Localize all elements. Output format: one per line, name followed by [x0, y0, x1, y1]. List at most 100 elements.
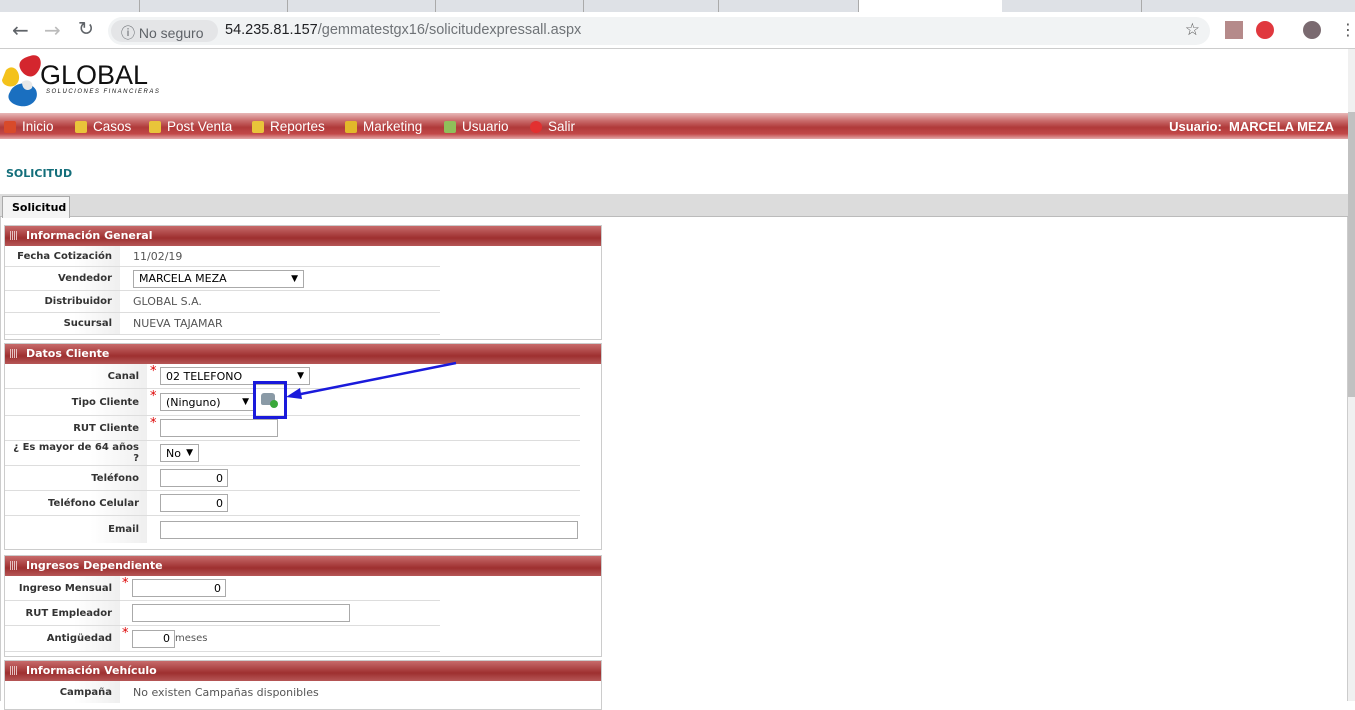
- info-icon: ⓘ: [121, 25, 139, 41]
- browser-tab[interactable]: [719, 0, 859, 12]
- label: Canal: [5, 364, 147, 388]
- menu-reportes[interactable]: Reportes: [252, 119, 325, 134]
- page-title: SOLICITUD: [6, 167, 73, 180]
- section-ingresos-dependiente: Ingresos Dependiente Ingreso Mensual * 0…: [4, 555, 602, 657]
- browser-tab-active[interactable]: [859, 0, 1002, 12]
- forward-icon[interactable]: →: [44, 18, 61, 42]
- required-icon: *: [150, 416, 157, 431]
- main-menu: Inicio Casos Post Venta Reportes Marketi…: [0, 113, 1348, 139]
- svg-text:GLOBAL: GLOBAL: [40, 60, 148, 90]
- label: Teléfono: [5, 466, 147, 490]
- section-informacion-general: Información General Fecha Cotización 11/…: [4, 225, 602, 340]
- menu-casos[interactable]: Casos: [75, 119, 131, 134]
- tipo-cliente-select[interactable]: (Ninguno) ▼: [160, 393, 255, 411]
- reload-icon[interactable]: ↻: [78, 18, 94, 40]
- label: ¿ Es mayor de 64 años ?: [5, 441, 147, 465]
- folder-icon: [149, 120, 161, 133]
- label: Email: [5, 516, 147, 543]
- browser-tab[interactable]: [1002, 0, 1142, 12]
- row-vendedor: Vendedor MARCELA MEZA ▼: [5, 267, 440, 291]
- required-icon: *: [150, 389, 157, 404]
- antiguedad-unit: meses: [175, 633, 208, 644]
- home-icon: [4, 120, 16, 133]
- required-icon: *: [122, 576, 129, 591]
- tab-bar: Solicitud: [0, 194, 1348, 218]
- label: Teléfono Celular: [5, 491, 147, 515]
- browser-toolbar: ← → ↻ ⓘ No seguro 54.235.81.157/gemmates…: [0, 12, 1355, 49]
- required-icon: *: [150, 364, 157, 379]
- row-sucursal: Sucursal NUEVA TAJAMAR: [5, 313, 440, 335]
- vendedor-select[interactable]: MARCELA MEZA ▼: [133, 269, 304, 288]
- telefono-input[interactable]: 0: [160, 469, 228, 487]
- exit-icon: [530, 120, 542, 133]
- extension-icon[interactable]: [1256, 21, 1274, 39]
- label: Ingreso Mensual: [5, 576, 120, 600]
- menu-dots-icon[interactable]: ⋮: [1340, 20, 1355, 39]
- section-header: Información Vehículo: [5, 661, 601, 681]
- profile-avatar[interactable]: [1303, 21, 1321, 39]
- back-icon[interactable]: ←: [12, 18, 29, 42]
- required-icon: *: [122, 626, 129, 641]
- label: RUT Cliente: [5, 416, 147, 440]
- menu-marketing[interactable]: Marketing: [345, 119, 422, 134]
- section-header: Ingresos Dependiente: [5, 556, 601, 576]
- browser-tab[interactable]: [584, 0, 719, 12]
- row-fecha: Fecha Cotización 11/02/19: [5, 246, 440, 267]
- scrollbar-thumb[interactable]: [1348, 112, 1355, 397]
- label: Distribuidor: [5, 291, 120, 312]
- fecha-value: 11/02/19: [133, 249, 183, 263]
- label: Fecha Cotización: [5, 246, 120, 266]
- row-mayor-64: ¿ Es mayor de 64 años ? No ▼: [5, 441, 580, 466]
- row-distribuidor: Distribuidor GLOBAL S.A.: [5, 291, 440, 313]
- menu-usuario[interactable]: Usuario: [444, 119, 509, 134]
- row-campana: Campaña No existen Campañas disponibles: [5, 681, 440, 703]
- pdf-extension-icon[interactable]: [1225, 21, 1243, 39]
- label: Campaña: [5, 681, 120, 703]
- url-text[interactable]: 54.235.81.157/gemmatestgx16/solicitudexp…: [225, 22, 581, 38]
- rut-empleador-input[interactable]: [132, 604, 350, 622]
- campana-value: No existen Campañas disponibles: [133, 685, 319, 699]
- page-scrollbar[interactable]: [1348, 49, 1355, 701]
- menu-salir[interactable]: Salir: [530, 119, 575, 134]
- browser-tab[interactable]: [436, 0, 584, 12]
- folder-icon: [75, 120, 87, 133]
- celular-input[interactable]: 0: [160, 494, 228, 512]
- row-telefono: Teléfono 0: [5, 466, 580, 491]
- browser-tab[interactable]: [140, 0, 288, 12]
- row-celular: Teléfono Celular 0: [5, 491, 580, 516]
- address-bar[interactable]: ⓘ No seguro 54.235.81.157/gemmatestgx16/…: [108, 17, 1210, 45]
- row-email: Email: [5, 516, 580, 543]
- ingreso-mensual-input[interactable]: 0: [132, 579, 226, 597]
- row-antiguedad: Antigüedad * 0 meses: [5, 626, 440, 652]
- folder-icon: [252, 120, 264, 133]
- global-logo: GLOBAL SOLUCIONES FINANCIERAS: [0, 52, 170, 108]
- label: RUT Empleador: [5, 601, 120, 625]
- box-icon: [345, 120, 357, 133]
- browser-tab[interactable]: [288, 0, 436, 12]
- star-icon[interactable]: ☆: [1185, 20, 1200, 40]
- browser-tab-strip: [0, 0, 1355, 12]
- label: Vendedor: [5, 267, 120, 290]
- svg-text:SOLUCIONES FINANCIERAS: SOLUCIONES FINANCIERAS: [46, 89, 160, 95]
- rut-cliente-input[interactable]: [160, 419, 278, 437]
- row-rut-cliente: RUT Cliente *: [5, 416, 580, 441]
- tab-solicitud[interactable]: Solicitud: [2, 196, 70, 218]
- label: Sucursal: [5, 313, 120, 334]
- label: Tipo Cliente: [5, 389, 147, 415]
- email-input[interactable]: [160, 520, 578, 539]
- add-client-type-icon[interactable]: [261, 393, 278, 408]
- label: Antigüedad: [5, 626, 120, 651]
- antiguedad-input[interactable]: 0: [132, 629, 175, 648]
- user-card-icon: [444, 120, 456, 133]
- row-rut-empleador: RUT Empleador: [5, 601, 440, 626]
- mayor-64-select[interactable]: No ▼: [160, 444, 199, 462]
- section-informacion-vehiculo: Información Vehículo Campaña No existen …: [4, 660, 602, 710]
- dropdown-arrow-icon: ▼: [291, 273, 298, 284]
- menu-post-venta[interactable]: Post Venta: [149, 119, 232, 134]
- security-chip[interactable]: ⓘ No seguro: [111, 20, 218, 42]
- distribuidor-value: GLOBAL S.A.: [133, 295, 202, 308]
- form-panel: Información General Fecha Cotización 11/…: [0, 217, 1348, 710]
- menu-inicio[interactable]: Inicio: [4, 119, 54, 134]
- browser-tab[interactable]: [0, 0, 140, 12]
- sucursal-value: NUEVA TAJAMAR: [133, 317, 223, 330]
